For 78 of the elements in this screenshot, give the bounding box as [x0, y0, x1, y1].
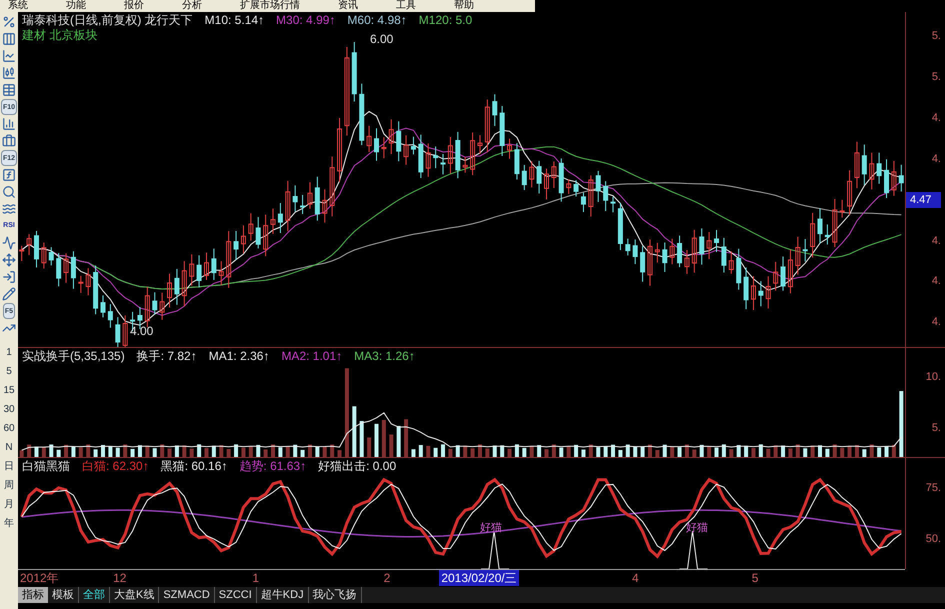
columns-icon[interactable] — [2, 31, 16, 47]
axis-label: 5. — [932, 70, 941, 86]
time-label: 5 — [750, 570, 760, 586]
date-cursor-label: 2013/02/20/三 — [439, 570, 519, 586]
indicator-tab[interactable]: 大盘K线 — [110, 587, 160, 603]
indicator-value: M120: 5.0 — [418, 12, 472, 28]
axis-label: 4. — [932, 152, 941, 167]
axis-label: 4. — [932, 274, 941, 290]
indicator-value: MA1: 2.36↑ — [208, 348, 270, 364]
axis-label: 75. — [926, 480, 941, 496]
table-icon[interactable] — [2, 82, 16, 98]
function-icon[interactable] — [2, 167, 16, 183]
time-label: 4 — [631, 570, 640, 586]
current-price-tag: 4.47 — [906, 192, 941, 208]
indicator-label: 指标 — [18, 587, 48, 603]
period-button[interactable]: 60 — [3, 420, 15, 438]
price-label: 6.00 — [370, 31, 394, 48]
period-button[interactable]: 15 — [3, 382, 15, 400]
axis-label: 4. — [932, 315, 941, 330]
indicator-value: 趋势: 61.63↑ — [239, 458, 306, 474]
price-label: 4.00 — [130, 323, 154, 340]
axis-label: 4. — [932, 234, 941, 249]
period-button[interactable]: 日 — [4, 458, 14, 476]
indicator-tab[interactable]: SZMACD — [159, 587, 215, 603]
indicator-value: 白猫: 62.30↑ — [82, 458, 149, 474]
axis-label: 4. — [932, 110, 941, 126]
pulse-icon[interactable] — [2, 235, 16, 251]
signal-label: 好猫 — [686, 521, 708, 536]
indicator-tab[interactable]: 全部 — [79, 587, 110, 603]
time-label: 1 — [251, 570, 260, 586]
sector-label: 建材 北京板块 — [21, 28, 98, 42]
axis-label: 5. — [932, 29, 941, 44]
panel-title: 实战换手(5,35,135) — [22, 348, 125, 364]
enter-arrow-icon[interactable] — [2, 269, 16, 285]
period-button[interactable]: 1 — [6, 344, 12, 362]
period-button[interactable]: 30 — [3, 401, 15, 419]
pencil-icon[interactable] — [2, 286, 16, 302]
indicator-value: 黑猫: 60.16↑ — [160, 458, 228, 474]
signal-spike — [480, 530, 510, 569]
percent-icon[interactable] — [2, 14, 16, 30]
menu-item[interactable]: 分析 — [182, 0, 202, 12]
indicator-value: M60: 4.98↑ — [347, 12, 407, 28]
time-label: 2 — [382, 570, 392, 586]
indicator-value: MA2: 1.01↑ — [281, 348, 342, 364]
move-arrows-icon[interactable] — [2, 252, 16, 268]
indicator-value: M10: 5.14↑ — [204, 12, 264, 28]
signal-label: 好猫 — [480, 521, 502, 536]
menu-item[interactable]: 功能 — [66, 0, 86, 12]
axis-label: 5. — [932, 420, 941, 436]
indicator-tab[interactable]: 我心飞扬 — [308, 587, 362, 603]
candlestick-icon[interactable] — [2, 65, 16, 81]
period-button[interactable]: 月 — [4, 496, 14, 514]
period-button[interactable]: 5 — [6, 363, 12, 381]
indicator-tab[interactable]: 模板 — [48, 587, 79, 603]
indicator-value: MA3: 1.26↑ — [354, 348, 415, 364]
indicator-tab[interactable]: 超牛KDJ — [256, 587, 309, 603]
signal-spike — [679, 530, 708, 569]
indicator-value: 好猫出击: 0.00 — [318, 458, 396, 474]
indicator-value: 换手: 7.82↑ — [136, 348, 197, 364]
axis-label: 50. — [926, 532, 941, 547]
period-button[interactable]: 年 — [4, 515, 14, 533]
chart-title: 瑞泰科技(日线,前复权) 龙行天下 — [22, 12, 193, 28]
menu-item[interactable]: 资讯 — [338, 0, 358, 12]
menu-item[interactable]: 帮助 — [454, 0, 474, 12]
panel-title: 白猫黑猫 — [22, 458, 70, 474]
search-icon[interactable] — [2, 184, 16, 200]
menu-item[interactable]: 报价 — [124, 0, 144, 12]
time-label: 12 — [112, 570, 128, 586]
axis-label: 10. — [926, 370, 941, 385]
period-button[interactable]: N — [5, 439, 13, 457]
briefcase-icon[interactable] — [2, 133, 16, 149]
time-label: 2012年 — [19, 570, 60, 586]
indicator-value: M30: 4.99↑ — [276, 12, 336, 28]
period-button[interactable]: 周 — [4, 477, 14, 495]
bar-chart-icon[interactable] — [2, 116, 16, 132]
indicator-tab[interactable]: SZCCI — [214, 587, 257, 603]
line-chart-icon[interactable] — [2, 48, 16, 64]
menu-item[interactable]: 工具 — [396, 0, 416, 12]
